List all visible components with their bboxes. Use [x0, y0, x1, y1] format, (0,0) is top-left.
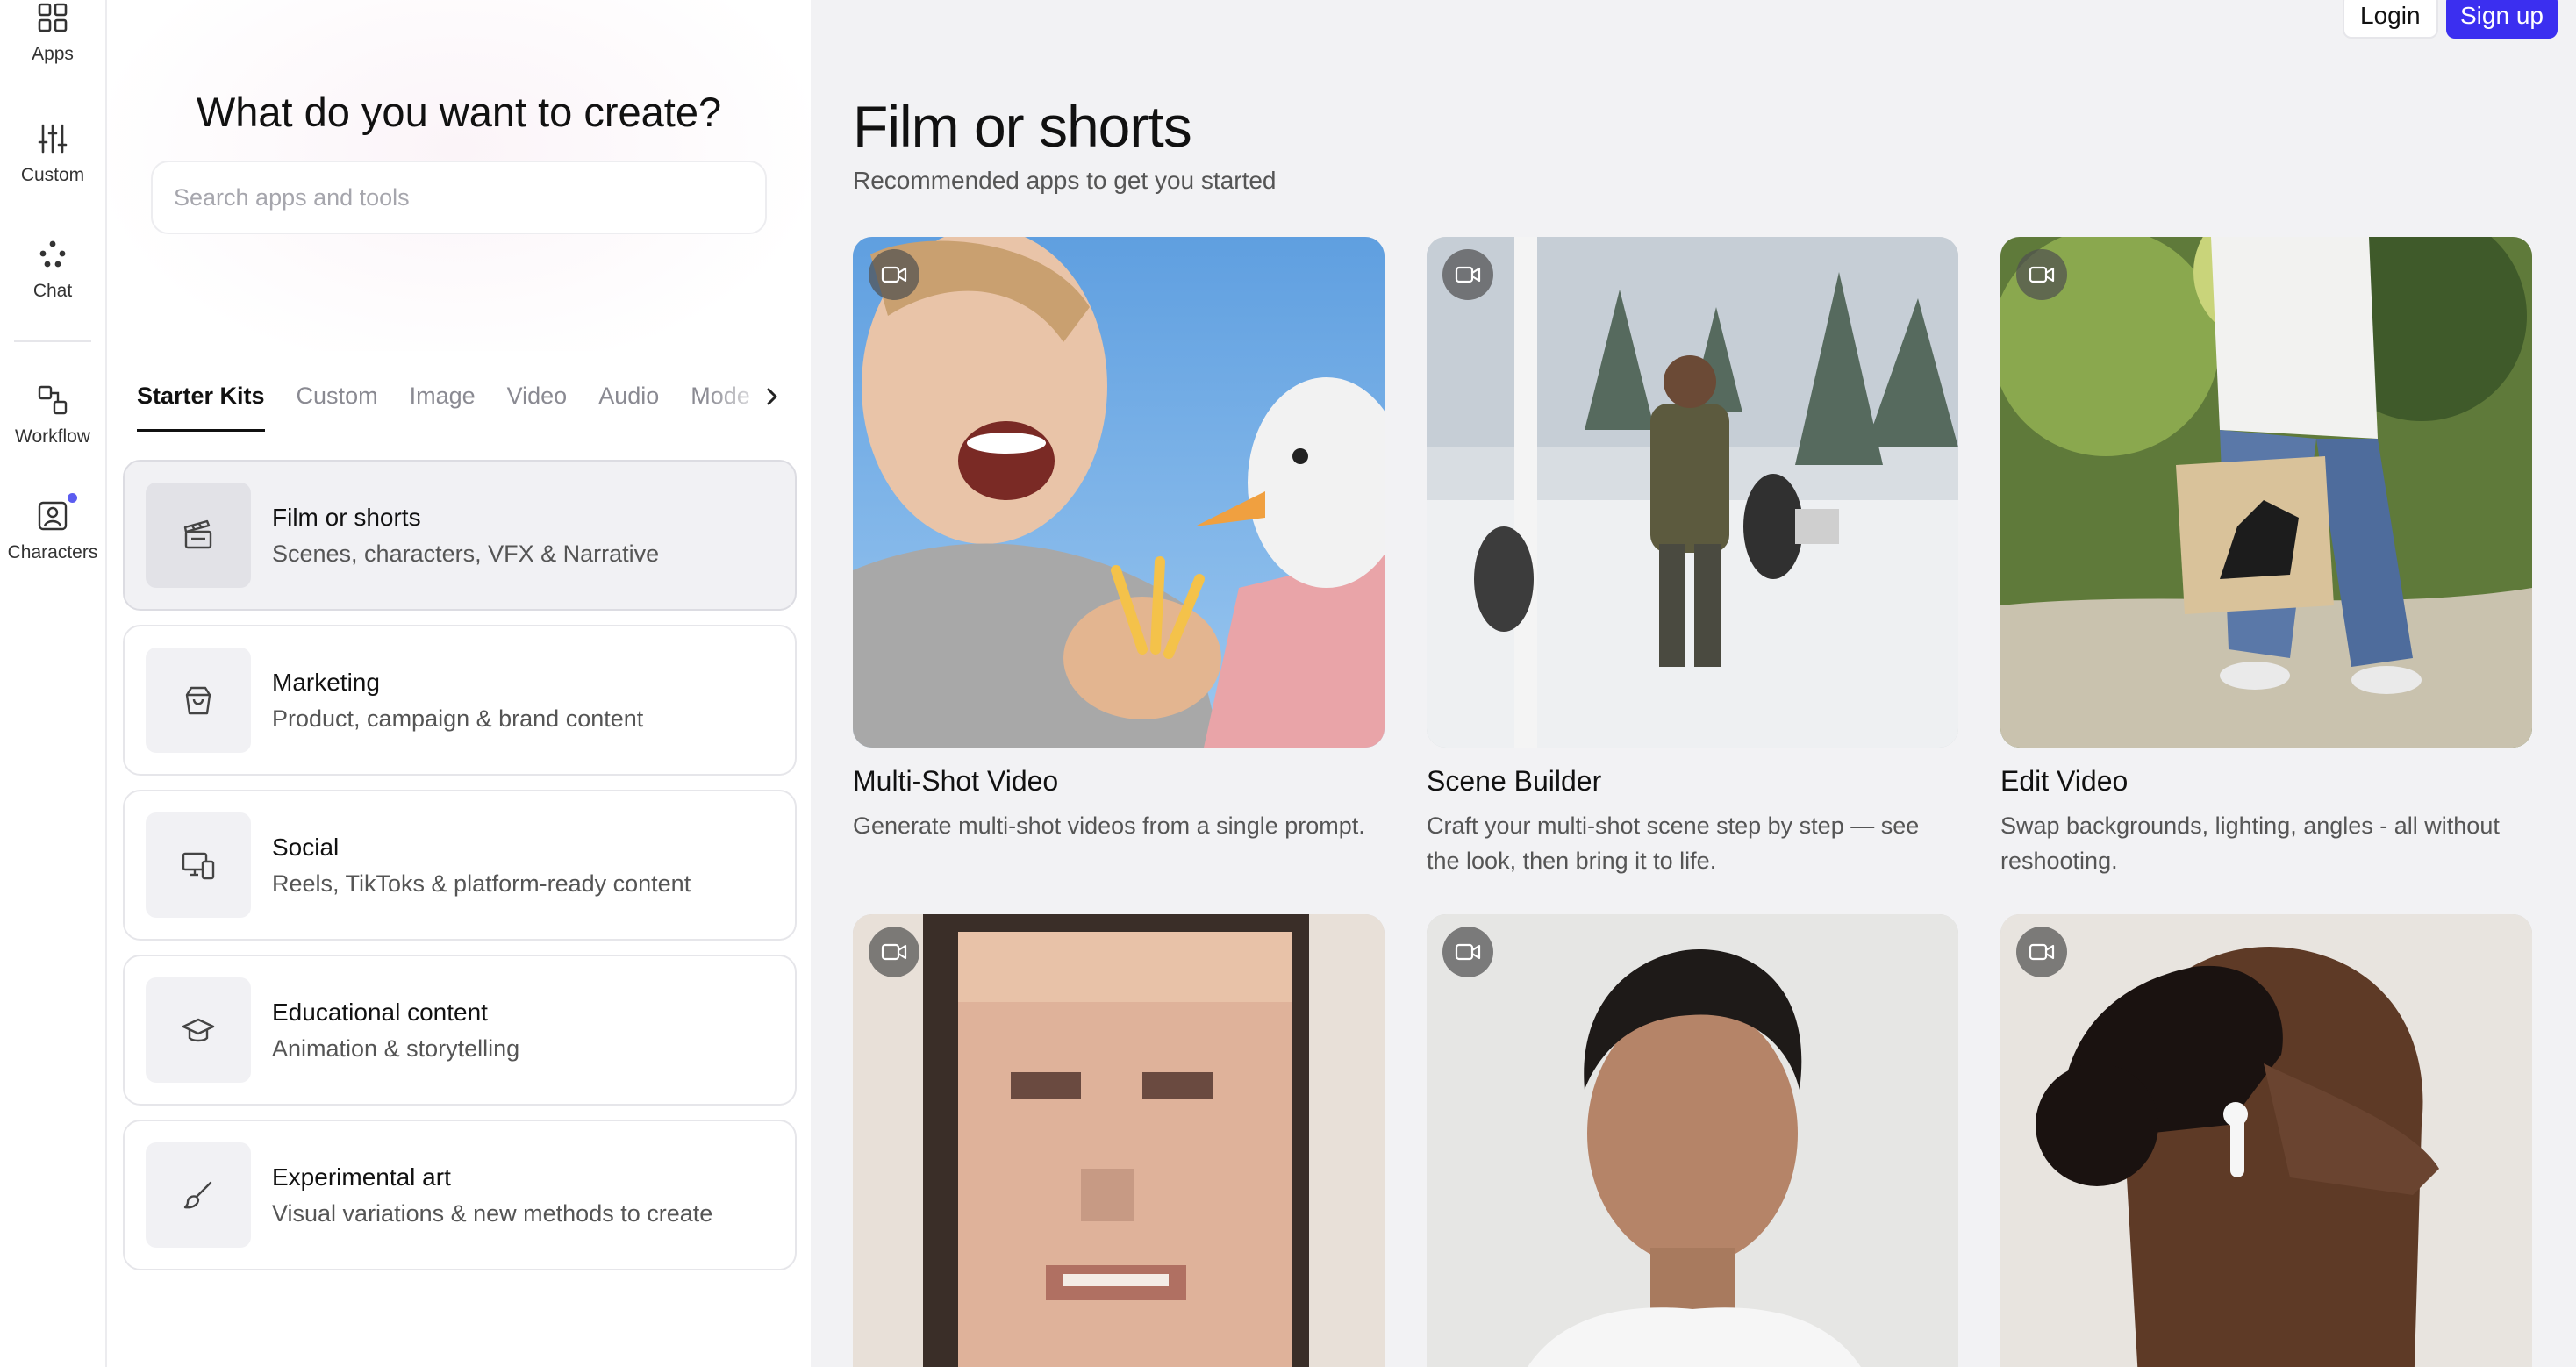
- video-camera-badge: [2016, 249, 2067, 300]
- card-description: Swap backgrounds, lighting, angles - all…: [2000, 812, 2500, 874]
- signup-button[interactable]: Sign up: [2446, 0, 2558, 39]
- chat-dots-icon: [35, 237, 70, 272]
- video-camera-badge: [869, 927, 919, 977]
- app-card-scene-builder[interactable]: Scene Builder Craft your multi-shot scen…: [1427, 237, 1958, 878]
- rail-item-workflow[interactable]: Workflow: [0, 383, 105, 447]
- tabs-fade: [705, 376, 802, 419]
- rail-divider: [14, 340, 91, 342]
- kit-subtitle: Visual variations & new methods to creat…: [272, 1199, 713, 1227]
- main-content: Login Sign up Film or shorts Recommended…: [811, 0, 2576, 1367]
- video-camera-icon: [2029, 266, 2055, 283]
- section-subtitle: Recommended apps to get you started: [853, 167, 1277, 194]
- video-camera-icon: [881, 943, 907, 961]
- tab-image[interactable]: Image: [410, 376, 476, 433]
- card-thumbnail: [853, 914, 1385, 1367]
- graduation-cap-icon: [146, 977, 251, 1083]
- app-rail: Apps Custom Chat Workflow Characters: [0, 0, 107, 1367]
- video-camera-icon: [2029, 943, 2055, 961]
- chevron-right-icon: [767, 388, 777, 405]
- video-camera-icon: [1455, 266, 1481, 283]
- man-portrait-image: [1427, 914, 1958, 1367]
- video-camera-icon: [881, 266, 907, 283]
- kit-subtitle: Reels, TikToks & platform-ready content: [272, 870, 691, 897]
- walking-tote-image: [2000, 237, 2532, 748]
- devices-icon: [146, 812, 251, 918]
- tab-video[interactable]: Video: [507, 376, 568, 433]
- card-thumbnail: [2000, 914, 2532, 1367]
- card-title: Scene Builder: [1427, 765, 1602, 797]
- kit-subtitle: Animation & storytelling: [272, 1034, 520, 1062]
- kit-title: Educational content: [272, 998, 488, 1026]
- character-icon: [35, 493, 77, 533]
- kit-film-or-shorts[interactable]: Film or shorts Scenes, characters, VFX &…: [123, 460, 797, 611]
- rail-label: Characters: [7, 542, 98, 562]
- workflow-icon: [35, 383, 70, 418]
- woman-seagull-image: [853, 237, 1385, 748]
- app-card-multi-shot-video[interactable]: Multi-Shot Video Generate multi-shot vid…: [853, 237, 1385, 843]
- starter-panel: What do you want to create? Starter Kits…: [107, 0, 811, 1367]
- card-title: Edit Video: [2000, 765, 2129, 797]
- kit-title: Experimental art: [272, 1163, 451, 1191]
- card-title: Multi-Shot Video: [853, 765, 1059, 797]
- tabs-scroll-right-button[interactable]: [758, 383, 786, 411]
- tab-starter-kits[interactable]: Starter Kits: [137, 376, 265, 433]
- card-description: Craft your multi-shot scene step by step…: [1427, 812, 1920, 874]
- rail-item-custom[interactable]: Custom: [0, 121, 105, 186]
- app-card-man-portrait[interactable]: [1427, 914, 1958, 1367]
- tab-audio[interactable]: Audio: [598, 376, 659, 433]
- brush-icon: [146, 1142, 251, 1248]
- notification-dot: [68, 493, 77, 503]
- tab-custom[interactable]: Custom: [297, 376, 378, 433]
- app-card-woman-profile[interactable]: [2000, 914, 2532, 1367]
- rail-label: Custom: [20, 165, 85, 185]
- video-camera-badge: [1442, 249, 1493, 300]
- section-title: Film or shorts: [853, 94, 1192, 159]
- video-camera-badge: [1442, 927, 1493, 977]
- sliders-icon: [35, 121, 70, 156]
- rail-item-characters[interactable]: Characters: [0, 493, 105, 563]
- kit-title: Film or shorts: [272, 503, 421, 531]
- kit-experimental-art[interactable]: Experimental art Visual variations & new…: [123, 1120, 797, 1270]
- app-card-pixelated-face[interactable]: [853, 914, 1385, 1367]
- clapperboard-icon: [146, 483, 251, 588]
- rail-label: Apps: [32, 44, 74, 64]
- search-box[interactable]: [151, 161, 767, 234]
- video-camera-badge: [869, 249, 919, 300]
- login-button[interactable]: Login: [2343, 0, 2438, 39]
- app-card-edit-video[interactable]: Edit Video Swap backgrounds, lighting, a…: [2000, 237, 2532, 878]
- search-input[interactable]: [174, 183, 765, 211]
- kit-title: Marketing: [272, 668, 380, 696]
- pixelated-face-image: [853, 914, 1385, 1367]
- kit-subtitle: Scenes, characters, VFX & Narrative: [272, 540, 660, 567]
- card-thumbnail: [1427, 914, 1958, 1367]
- video-camera-icon: [1455, 943, 1481, 961]
- grid-icon: [35, 0, 70, 35]
- rail-item-chat[interactable]: Chat: [0, 237, 105, 302]
- rail-item-apps[interactable]: Apps: [0, 0, 105, 65]
- panel-title: What do you want to create?: [196, 89, 722, 135]
- woman-profile-image: [2000, 914, 2532, 1367]
- card-description: Generate multi-shot videos from a single…: [853, 812, 1365, 839]
- shopping-bag-icon: [146, 648, 251, 753]
- category-tabs: Starter Kits Custom Image Video Audio Mo…: [137, 376, 797, 433]
- kit-social[interactable]: Social Reels, TikToks & platform-ready c…: [123, 790, 797, 941]
- card-thumbnail: [1427, 237, 1958, 748]
- kit-title: Social: [272, 833, 340, 861]
- card-thumbnail: [2000, 237, 2532, 748]
- snowy-forest-image: [1427, 237, 1958, 748]
- kit-marketing[interactable]: Marketing Product, campaign & brand cont…: [123, 625, 797, 776]
- kit-subtitle: Product, campaign & brand content: [272, 705, 644, 732]
- rail-label: Chat: [32, 281, 73, 301]
- video-camera-badge: [2016, 927, 2067, 977]
- card-thumbnail: [853, 237, 1385, 748]
- rail-label: Workflow: [15, 426, 90, 447]
- kit-educational-content[interactable]: Educational content Animation & storytel…: [123, 955, 797, 1106]
